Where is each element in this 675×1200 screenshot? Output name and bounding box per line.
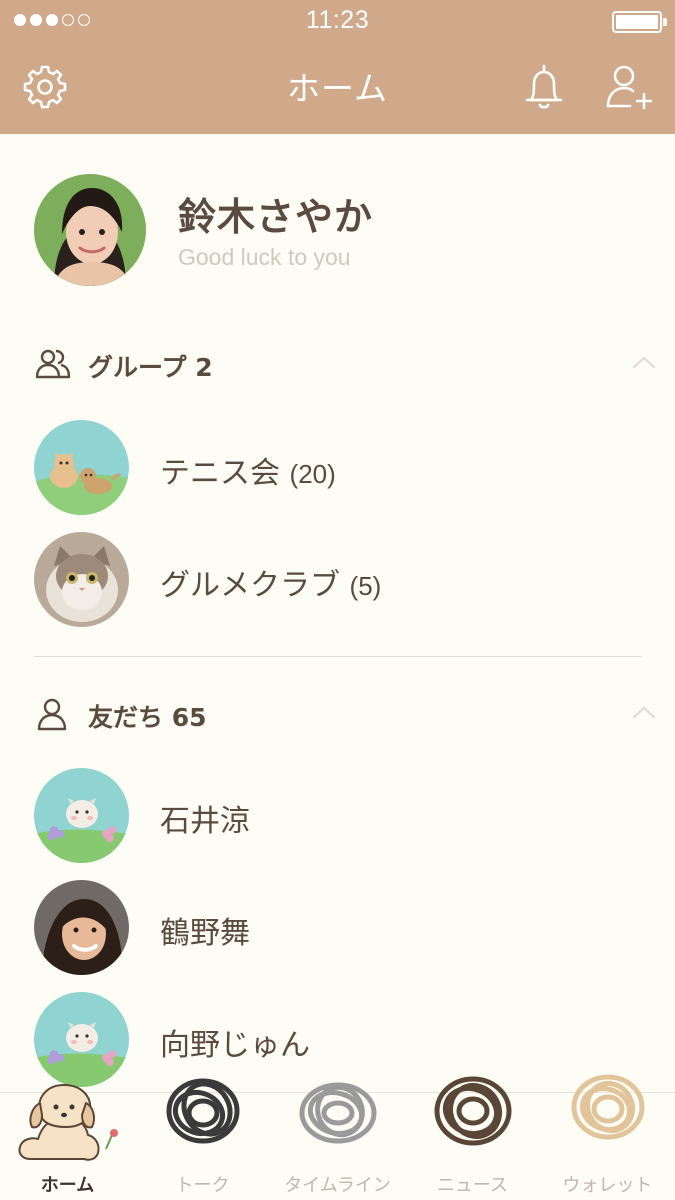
profile-avatar[interactable] — [34, 174, 146, 286]
tab-talk[interactable]: トーク — [135, 1078, 270, 1200]
dog-sticker-icon — [18, 1084, 118, 1161]
profile-status-message: Good luck to you — [178, 244, 351, 270]
tab-label: ニュース — [436, 1175, 509, 1196]
friends-section-header[interactable]: 友だち 65 — [0, 688, 675, 738]
tab-timeline[interactable]: タイムライン — [270, 1082, 405, 1200]
chevron-up-icon[interactable] — [630, 352, 658, 372]
my-profile[interactable]: 鈴木さやか Good luck to you — [0, 134, 675, 304]
battery-icon — [612, 11, 662, 33]
group-avatar — [34, 532, 129, 627]
tab-label: ウォレット — [562, 1175, 653, 1196]
section-divider — [34, 656, 642, 657]
scribble-icon — [434, 1076, 512, 1146]
profile-name: 鈴木さやか — [178, 195, 374, 239]
group-row[interactable]: テニス会 (20) — [0, 418, 675, 518]
header-bar: 11:23 ホーム — [0, 0, 675, 134]
tab-home[interactable]: ホーム — [0, 1084, 135, 1200]
friend-row[interactable]: 石井涼 — [0, 766, 675, 866]
group-member-count: (20) — [289, 459, 336, 489]
groups-section-title: グループ 2 — [88, 353, 213, 382]
battery-tip — [663, 18, 667, 26]
bottom-tab-bar: ホーム トーク タイムライン ニュース ウォレット — [0, 1074, 675, 1200]
bell-icon[interactable] — [522, 62, 566, 112]
scribble-icon — [299, 1082, 377, 1144]
add-friend-icon[interactable] — [604, 62, 656, 112]
scribble-icon — [571, 1074, 645, 1140]
friend-name: 向野じゅん — [160, 1028, 310, 1063]
tab-label: ホーム — [40, 1175, 95, 1196]
friend-avatar — [34, 880, 129, 975]
friend-name: 鶴野舞 — [160, 916, 250, 951]
tab-wallet[interactable]: ウォレット — [540, 1074, 675, 1200]
scribble-icon — [166, 1078, 240, 1144]
person-icon — [37, 698, 67, 731]
group-member-count: (5) — [349, 571, 382, 601]
page-title: ホーム — [286, 69, 388, 108]
tab-label: タイムライン — [284, 1175, 391, 1196]
chevron-up-icon[interactable] — [630, 702, 658, 722]
group-name: テニス会 (20) — [160, 456, 336, 491]
friends-section-title: 友だち 65 — [88, 703, 207, 732]
tab-label: トーク — [175, 1175, 230, 1196]
friend-avatar — [34, 768, 129, 863]
status-bar: 11:23 — [0, 0, 675, 44]
friend-name: 石井涼 — [160, 804, 250, 839]
friend-row[interactable]: 鶴野舞 — [0, 878, 675, 978]
group-row[interactable]: グルメクラブ (5) — [0, 530, 675, 630]
groups-section-header[interactable]: グループ 2 — [0, 338, 675, 388]
group-name: グルメクラブ (5) — [160, 568, 382, 603]
status-time: 11:23 — [305, 6, 370, 34]
group-avatar — [34, 420, 129, 515]
tab-news[interactable]: ニュース — [405, 1076, 540, 1200]
group-icon — [35, 349, 71, 379]
